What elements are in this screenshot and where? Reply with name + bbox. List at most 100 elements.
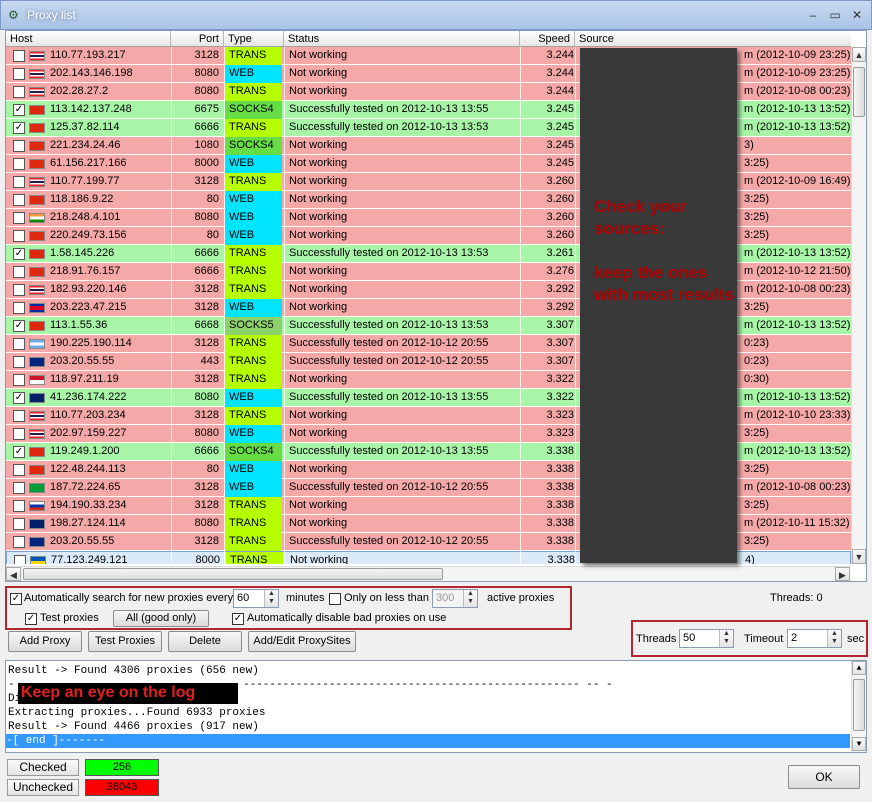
row-checkbox[interactable]: [13, 284, 25, 296]
window-title: Proxy list: [27, 8, 76, 22]
row-checkbox[interactable]: [13, 230, 25, 242]
flag-icon-au: [29, 357, 45, 367]
column-header-status[interactable]: Status: [284, 31, 520, 47]
flag-icon-th: [29, 411, 45, 421]
auto-disable-checkbox[interactable]: ✓: [232, 613, 244, 625]
test-proxies-button[interactable]: Test Proxies: [88, 631, 162, 652]
row-checkbox[interactable]: [13, 356, 25, 368]
row-checkbox[interactable]: ✓: [13, 320, 25, 332]
row-checkbox[interactable]: [13, 86, 25, 98]
port-cell: 8000: [194, 157, 219, 169]
speed-cell: 3.292: [546, 301, 574, 313]
annotation-overlay: Check your sources: keep the ones with m…: [580, 48, 737, 563]
source-cell: 3:25): [744, 535, 770, 547]
column-header-type[interactable]: Type: [224, 31, 284, 47]
only-less-checkbox[interactable]: [329, 593, 341, 605]
flag-icon-au: [29, 537, 45, 547]
row-checkbox[interactable]: [13, 482, 25, 494]
row-checkbox[interactable]: [13, 212, 25, 224]
scroll-left-icon[interactable]: ◀: [6, 567, 21, 581]
speed-cell: 3.245: [546, 139, 574, 151]
test-filter-button[interactable]: All (good only): [113, 610, 209, 627]
source-cell: m (2012-10-13 13:52): [744, 121, 851, 133]
close-button[interactable]: ✕: [848, 7, 866, 23]
delete-button[interactable]: Delete: [168, 631, 242, 652]
flag-icon-cn: [29, 123, 45, 133]
h-scroll-thumb[interactable]: [23, 568, 443, 580]
row-checkbox[interactable]: [13, 518, 25, 530]
row-checkbox[interactable]: [13, 500, 25, 512]
type-cell: WEB: [225, 479, 282, 497]
row-checkbox[interactable]: [13, 140, 25, 152]
grid-horizontal-scrollbar[interactable]: ◀ ▶: [6, 566, 851, 581]
row-checkbox[interactable]: ✓: [13, 122, 25, 134]
row-checkbox[interactable]: [14, 555, 26, 564]
port-cell: 8080: [194, 517, 219, 529]
row-checkbox[interactable]: [13, 158, 25, 170]
stepper-arrows-icon[interactable]: ▲ ▼: [264, 590, 278, 607]
add-edit-proxysites-button[interactable]: Add/Edit ProxySites: [248, 631, 356, 652]
row-checkbox[interactable]: [13, 194, 25, 206]
scroll-up-icon[interactable]: ▲: [852, 47, 866, 62]
scroll-down-icon[interactable]: ▼: [852, 549, 866, 564]
minimize-button[interactable]: –: [804, 7, 822, 23]
stepper-arrows-icon[interactable]: ▲ ▼: [827, 630, 841, 647]
row-checkbox[interactable]: [13, 50, 25, 62]
column-header-host[interactable]: Host: [6, 31, 171, 47]
type-cell: TRANS: [225, 47, 282, 65]
column-header-speed[interactable]: Speed: [520, 31, 575, 47]
row-checkbox[interactable]: [13, 536, 25, 548]
grid-vertical-scrollbar[interactable]: ▲ ▼: [851, 47, 866, 564]
scroll-thumb[interactable]: [853, 67, 865, 117]
active-threshold-stepper[interactable]: 300 ▲ ▼: [432, 589, 478, 608]
test-proxies-checkbox[interactable]: ✓: [25, 613, 37, 625]
port-cell: 6675: [194, 103, 219, 115]
auto-search-options: ✓ Automatically search for new proxies e…: [5, 586, 572, 630]
status-cell: Not working: [289, 301, 348, 313]
stepper-arrows-icon[interactable]: ▲ ▼: [463, 590, 477, 607]
row-checkbox[interactable]: ✓: [13, 446, 25, 458]
auto-search-checkbox[interactable]: ✓: [10, 593, 22, 605]
auto-search-label: Automatically search for new proxies eve…: [24, 592, 234, 604]
log-scrollbar[interactable]: ▲ ▼: [851, 661, 866, 752]
row-checkbox[interactable]: ✓: [13, 392, 25, 404]
flag-icon-cn: [29, 267, 45, 277]
ok-button[interactable]: OK: [788, 765, 860, 789]
stepper-arrows-icon[interactable]: ▲ ▼: [719, 630, 733, 647]
host-cell: 125.37.82.114: [50, 121, 120, 133]
speed-cell: 3.245: [546, 157, 574, 169]
timeout-stepper[interactable]: 2 ▲ ▼: [787, 629, 842, 648]
column-header-source[interactable]: Source: [575, 31, 851, 47]
host-cell: 110.77.199.77: [50, 175, 120, 187]
column-header-port[interactable]: Port: [171, 31, 224, 47]
row-checkbox[interactable]: [13, 374, 25, 386]
row-checkbox[interactable]: [13, 338, 25, 350]
row-checkbox[interactable]: ✓: [13, 248, 25, 260]
row-checkbox[interactable]: [13, 428, 25, 440]
row-checkbox[interactable]: [13, 302, 25, 314]
row-checkbox[interactable]: [13, 464, 25, 476]
scroll-up-icon[interactable]: ▲: [852, 661, 866, 675]
type-cell: WEB: [225, 209, 282, 227]
proxy-grid[interactable]: Host Port Type Status Speed Source 110.7…: [5, 30, 867, 582]
row-checkbox[interactable]: ✓: [13, 104, 25, 116]
log-output[interactable]: Result -> Found 4306 proxies (656 new) -…: [5, 660, 867, 753]
port-cell: 6666: [194, 445, 219, 457]
type-cell: WEB: [225, 425, 282, 443]
scroll-thumb[interactable]: [853, 679, 865, 731]
row-checkbox[interactable]: [13, 176, 25, 188]
scroll-right-icon[interactable]: ▶: [835, 567, 850, 581]
add-proxy-button[interactable]: Add Proxy: [8, 631, 82, 652]
row-checkbox[interactable]: [13, 266, 25, 278]
scroll-down-icon[interactable]: ▼: [852, 737, 866, 751]
source-cell: 3:25): [744, 229, 770, 241]
threads-stepper[interactable]: 50 ▲ ▼: [679, 629, 734, 648]
maximize-button[interactable]: ▭: [826, 7, 844, 23]
speed-cell: 3.338: [546, 463, 574, 475]
interval-stepper[interactable]: 60 ▲ ▼: [233, 589, 279, 608]
flag-icon-th: [29, 285, 45, 295]
column-divider: [520, 47, 521, 564]
row-checkbox[interactable]: [13, 410, 25, 422]
title-bar: ⚙ Proxy list – ▭ ✕: [0, 0, 872, 30]
row-checkbox[interactable]: [13, 68, 25, 80]
